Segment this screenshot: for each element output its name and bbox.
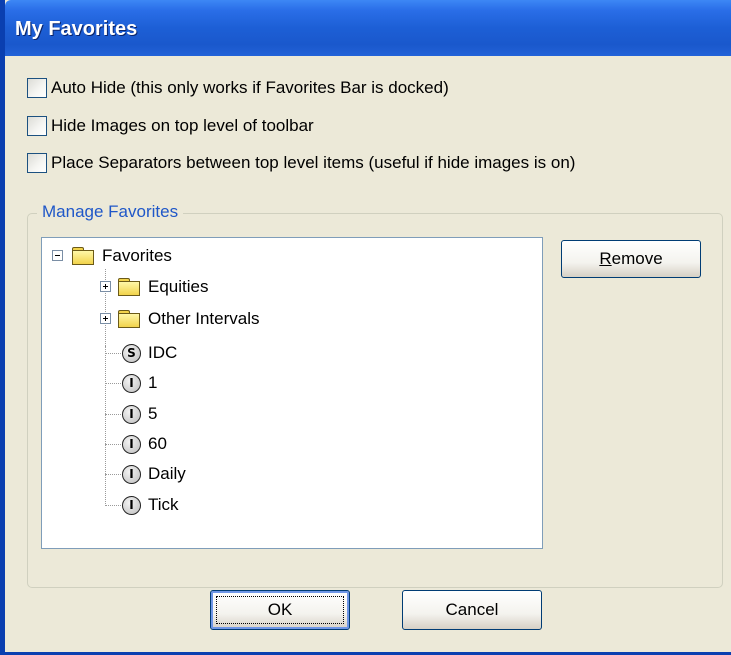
window-title: My Favorites xyxy=(15,18,138,40)
folder-icon xyxy=(118,278,140,296)
tree-node-label: Tick xyxy=(148,495,179,514)
favorites-dialog: My Favorites Auto Hide (this only works … xyxy=(0,0,731,655)
place-separators-option[interactable]: Place Separators between top level items… xyxy=(27,150,575,176)
tree-node-idc[interactable]: S IDC xyxy=(122,340,177,366)
tree-node-other-intervals[interactable]: Other Intervals xyxy=(118,306,260,332)
ok-button[interactable]: OK xyxy=(210,590,350,630)
interval-i-icon: I xyxy=(122,434,141,454)
interval-i-icon: I xyxy=(122,495,141,515)
collapse-icon[interactable] xyxy=(52,250,63,261)
tree-node-favorites[interactable]: Favorites xyxy=(72,243,172,269)
hide-images-label: Hide Images on top level of toolbar xyxy=(51,116,314,135)
tree-connector xyxy=(105,346,106,506)
hide-images-option[interactable]: Hide Images on top level of toolbar xyxy=(27,113,314,139)
tree-node-label: 60 xyxy=(148,434,167,453)
tree-connector xyxy=(105,353,121,354)
tree-node-interval-5[interactable]: I 5 xyxy=(122,401,157,427)
expand-icon[interactable] xyxy=(100,313,111,324)
remove-button[interactable]: Remove xyxy=(561,240,701,278)
interval-i-icon: I xyxy=(122,464,141,484)
place-separators-label: Place Separators between top level items… xyxy=(51,153,576,172)
interval-i-icon: I xyxy=(122,404,141,424)
folder-icon xyxy=(72,247,94,265)
tree-node-interval-1[interactable]: I 1 xyxy=(122,370,157,396)
tree-node-label: Other Intervals xyxy=(148,309,260,328)
tree-node-equities[interactable]: Equities xyxy=(118,274,208,300)
tree-node-label: 5 xyxy=(148,404,158,423)
tree-node-label: 1 xyxy=(148,373,158,392)
manage-favorites-legend: Manage Favorites xyxy=(37,202,184,222)
auto-hide-checkbox[interactable] xyxy=(27,78,47,98)
folder-icon xyxy=(118,310,140,328)
place-separators-checkbox[interactable] xyxy=(27,153,47,173)
tree-node-label: Favorites xyxy=(102,246,172,265)
interval-i-icon: I xyxy=(122,373,141,393)
title-bar[interactable]: My Favorites xyxy=(5,0,731,56)
auto-hide-option[interactable]: Auto Hide (this only works if Favorites … xyxy=(27,75,449,101)
tree-connector xyxy=(105,414,121,415)
tree-node-interval-60[interactable]: I 60 xyxy=(122,431,167,457)
tree-connector xyxy=(105,383,121,384)
tree-node-interval-tick[interactable]: I Tick xyxy=(122,492,179,518)
tree-node-label: Equities xyxy=(148,277,209,296)
focus-rect xyxy=(216,596,344,624)
tree-connector xyxy=(105,474,121,475)
tree-node-interval-daily[interactable]: I Daily xyxy=(122,461,186,487)
tree-node-label: IDC xyxy=(148,343,178,362)
hide-images-checkbox[interactable] xyxy=(27,116,47,136)
symbol-s-icon: S xyxy=(122,343,141,363)
tree-connector xyxy=(105,505,121,506)
remove-button-label: Remove xyxy=(599,249,663,268)
tree-node-label: Daily xyxy=(148,464,186,483)
tree-connector xyxy=(105,444,121,445)
favorites-tree[interactable]: Favorites Equities Other Intervals S IDC… xyxy=(41,237,543,549)
cancel-button[interactable]: Cancel xyxy=(402,590,542,630)
expand-icon[interactable] xyxy=(100,281,111,292)
auto-hide-label: Auto Hide (this only works if Favorites … xyxy=(51,78,449,97)
cancel-button-label: Cancel xyxy=(445,600,499,619)
